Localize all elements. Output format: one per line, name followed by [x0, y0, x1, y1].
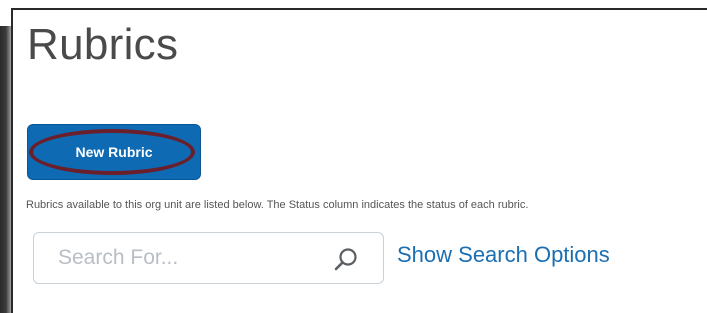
search-input[interactable] [35, 234, 315, 282]
show-search-options-link[interactable]: Show Search Options [397, 242, 610, 268]
page-description: Rubrics available to this org unit are l… [26, 199, 529, 211]
new-rubric-button-label: New Rubric [75, 144, 153, 160]
search-box [33, 232, 384, 284]
page-title: Rubrics [27, 20, 179, 69]
window-frame: Rubrics New Rubric Rubrics available to … [0, 0, 707, 313]
search-icon[interactable] [332, 246, 360, 274]
new-rubric-button[interactable]: New Rubric [27, 124, 201, 180]
page-content: Rubrics New Rubric Rubrics available to … [11, 8, 707, 313]
